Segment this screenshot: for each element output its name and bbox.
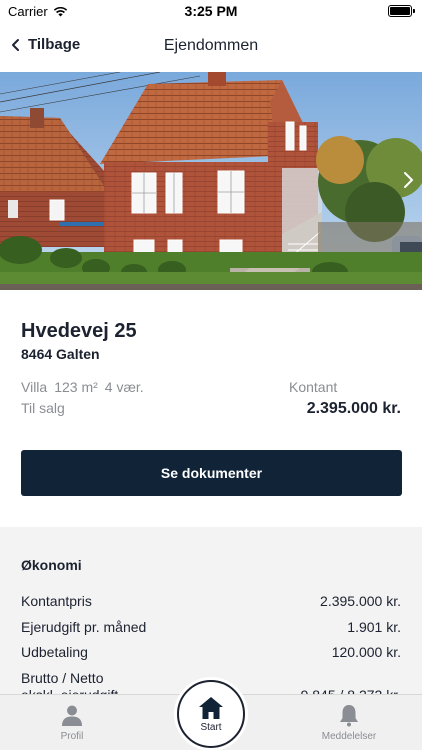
page-title: Ejendommen — [163, 37, 259, 54]
economy-row-value: 120.000 kr. — [331, 644, 401, 660]
clock: 3:25 PM — [184, 3, 238, 19]
tab-profile[interactable]: Profil — [52, 703, 92, 742]
tab-notifications[interactable]: Meddelelser — [314, 703, 384, 742]
tab-start-label: Start — [200, 721, 222, 733]
property-rooms: 4 vær. — [104, 379, 144, 395]
see-documents-button[interactable]: Se dokumenter — [21, 450, 402, 496]
profile-icon — [62, 705, 82, 726]
property-status: Til salg — [21, 400, 65, 416]
economy-row: Ejerudgift pr. måned 1.901 kr. — [21, 619, 401, 635]
economy-row-label: Brutto / Netto — [21, 670, 104, 686]
property-price: 2.395.000 kr. — [306, 400, 401, 417]
economy-row-label: Kontantpris — [21, 593, 92, 609]
economy-row: Kontantpris 2.395.000 kr. — [21, 593, 401, 609]
home-icon — [199, 696, 223, 719]
economy-row-value: 1.901 kr. — [347, 619, 401, 635]
economy-title: Økonomi — [21, 557, 82, 573]
property-city: 8464 Galten — [21, 346, 100, 362]
property-type: Villa — [21, 379, 48, 395]
economy-row-value: 2.395.000 kr. — [320, 593, 401, 609]
tab-notifications-label: Meddelelser — [321, 731, 377, 742]
economy-row-label: Udbetaling — [21, 644, 88, 660]
tab-profile-label: Profil — [60, 731, 84, 742]
property-photo[interactable] — [0, 72, 422, 290]
bell-icon — [340, 705, 358, 727]
navigation-bar: Tilbage Ejendommen — [0, 22, 422, 72]
status-bar: Carrier 3:25 PM — [0, 0, 422, 22]
property-meta: Villa 123 m² 4 vær. — [21, 379, 144, 395]
chevron-right-icon[interactable] — [400, 170, 416, 190]
house-photo-illustration — [0, 72, 422, 290]
tab-start[interactable]: Start — [177, 680, 245, 748]
price-label: Kontant — [289, 379, 338, 395]
economy-row-label: Ejerudgift pr. måned — [21, 619, 147, 635]
battery-icon — [388, 5, 415, 17]
property-address: Hvedevej 25 — [21, 320, 137, 342]
property-area: 123 m² — [54, 379, 98, 395]
economy-row: Udbetaling 120.000 kr. — [21, 644, 401, 660]
